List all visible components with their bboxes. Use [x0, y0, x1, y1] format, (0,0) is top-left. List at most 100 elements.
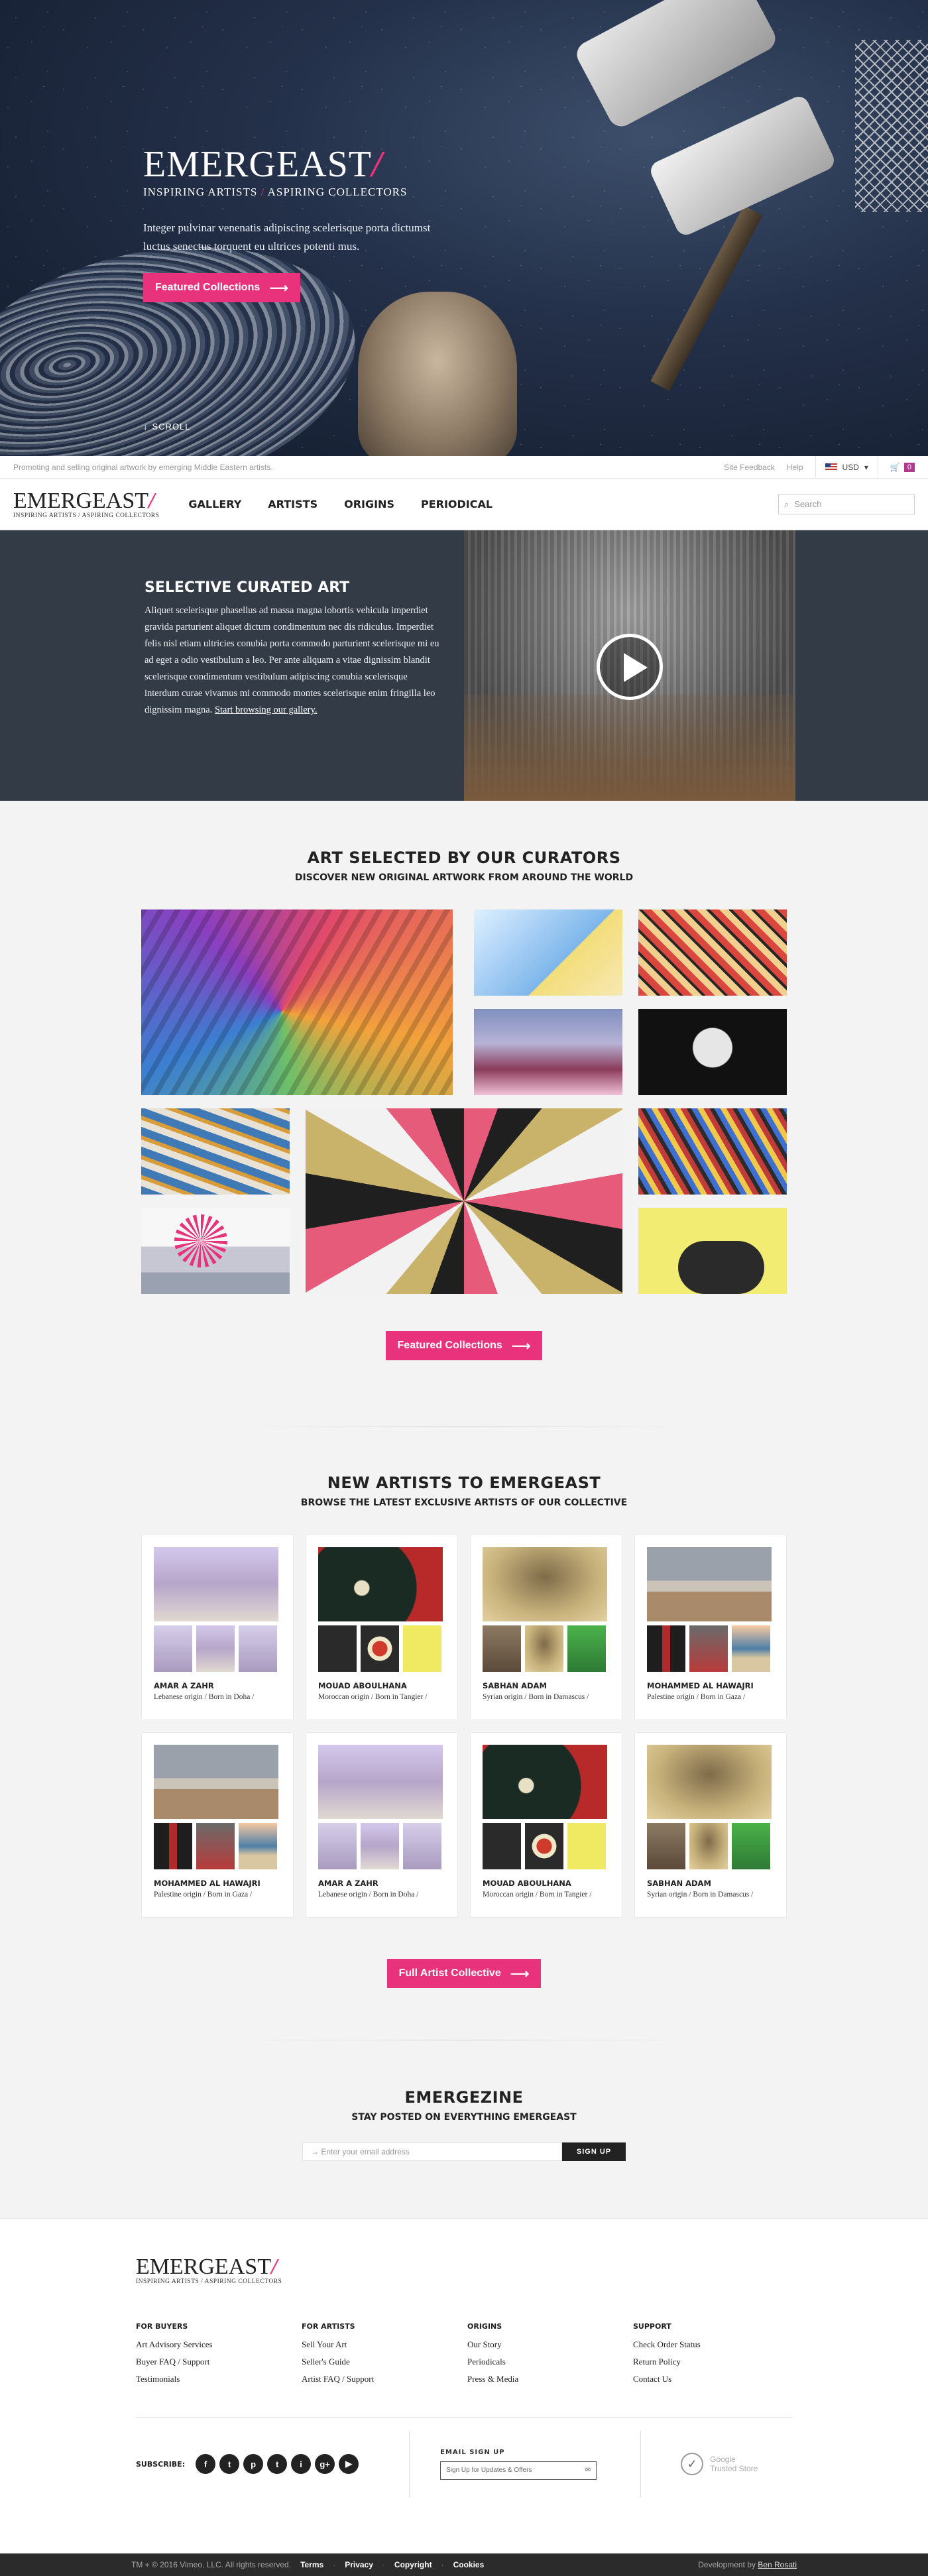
hero-featured-collections-button[interactable]: Featured Collections ⟶: [143, 273, 300, 302]
nav-artists[interactable]: ARTISTS: [268, 498, 318, 510]
artist-card[interactable]: MOUAD ABOULHANA Moroccan origin / Born i…: [470, 1732, 622, 1918]
artwork-grid: [141, 909, 787, 1294]
new-artists-section: NEW ARTISTS TO EMERGEAST BROWSE THE LATE…: [0, 1427, 928, 2040]
curated-title: SELECTIVE CURATED ART: [145, 579, 350, 596]
artist-main-image: [483, 1745, 607, 1819]
artist-name: MOUAD ABOULHANA: [483, 1879, 571, 1888]
footer-link[interactable]: Return Policy: [633, 2353, 799, 2371]
chevron-down-icon: ▾: [864, 462, 868, 472]
footer-link[interactable]: Artist FAQ / Support: [302, 2371, 467, 2388]
twitter-icon[interactable]: t: [219, 2454, 240, 2474]
scroll-indicator[interactable]: ↓ SCROLL: [143, 422, 191, 432]
artwork-tile[interactable]: [638, 1108, 787, 1195]
artist-name: MOUAD ABOULHANA: [318, 1681, 407, 1690]
cart-icon: 🛒: [890, 462, 900, 472]
artwork-tile[interactable]: [638, 1208, 787, 1294]
full-artist-collective-button[interactable]: Full Artist Collective ⟶: [386, 1959, 542, 1988]
currency-selector[interactable]: USD ▾: [815, 455, 878, 479]
artist-card[interactable]: AMAR A ZAHR Lebanese origin / Born in Do…: [141, 1535, 294, 1720]
artwork-tile[interactable]: [474, 1009, 622, 1095]
privacy-link[interactable]: Privacy: [345, 2560, 373, 2569]
footer-col-support: SUPPORT Check Order Status Return Policy…: [633, 2322, 799, 2388]
artist-origin: Syrian origin / Born in Damascus /: [483, 1693, 589, 1701]
footer-link[interactable]: Seller's Guide: [302, 2353, 467, 2371]
hero-content: EMERGEAST/ INSPIRING ARTISTS / ASPIRING …: [143, 146, 455, 302]
youtube-icon[interactable]: ▶: [339, 2454, 359, 2474]
artist-main-image: [318, 1547, 443, 1621]
artist-main-image: [647, 1745, 772, 1819]
curated-art-section: SELECTIVE CURATED ART Aliquet scelerisqu…: [0, 530, 928, 801]
footer-link[interactable]: Contact Us: [633, 2371, 799, 2388]
search-input[interactable]: ⌕ Search: [778, 494, 915, 514]
artist-card[interactable]: MOUAD ABOULHANA Moroccan origin / Born i…: [306, 1535, 458, 1720]
footer-col-origins: ORIGINS Our Story Periodicals Press & Me…: [467, 2322, 633, 2388]
artwork-tile[interactable]: [474, 909, 622, 996]
artist-card[interactable]: SABHAN ADAM Syrian origin / Born in Dama…: [470, 1535, 622, 1720]
artwork-tile[interactable]: [306, 1108, 622, 1294]
site-footer: EMERGEAST/ INSPIRING ARTISTS / ASPIRING …: [0, 2218, 928, 2576]
artist-origin: Palestine origin / Born in Gaza /: [647, 1693, 746, 1701]
site-feedback-link[interactable]: Site Feedback: [724, 463, 775, 472]
google-plus-icon[interactable]: g+: [315, 2454, 335, 2474]
cart-count-badge: 0: [903, 462, 915, 472]
copyright-bar: TM + © 2016 Vimeo, LLC. All rights reser…: [0, 2553, 928, 2576]
nav-origins[interactable]: ORIGINS: [344, 498, 394, 510]
play-icon[interactable]: [597, 634, 663, 700]
browse-gallery-link[interactable]: Start browsing our gallery.: [215, 705, 318, 715]
footer-col-buyers: FOR BUYERS Art Advisory Services Buyer F…: [136, 2322, 302, 2388]
new-artists-title: NEW ARTISTS TO EMERGEAST: [327, 1474, 601, 1492]
artwork-tile[interactable]: [141, 909, 453, 1095]
artist-origin: Palestine origin / Born in Gaza /: [154, 1891, 253, 1899]
curators-subtitle: DISCOVER NEW ORIGINAL ARTWORK FROM AROUN…: [294, 872, 634, 883]
social-links: f t p t i g+ ▶: [196, 2454, 359, 2474]
artwork-tile[interactable]: [638, 1009, 787, 1095]
artwork-tile[interactable]: [141, 1108, 290, 1195]
newsletter-email-input[interactable]: → Enter your email address: [302, 2142, 562, 2161]
nav-periodical[interactable]: PERIODICAL: [421, 498, 493, 510]
footer-email-input[interactable]: Sign Up for Updates & Offers ✉: [440, 2461, 597, 2480]
artist-main-image: [483, 1547, 607, 1621]
help-link[interactable]: Help: [787, 463, 803, 472]
footer-link[interactable]: Our Story: [467, 2336, 633, 2353]
footer-link[interactable]: Art Advisory Services: [136, 2336, 302, 2353]
envelope-icon[interactable]: ✉: [585, 2467, 591, 2474]
footer-logo[interactable]: EMERGEAST/ INSPIRING ARTISTS / ASPIRING …: [136, 2256, 792, 2286]
footer-link[interactable]: Periodicals: [467, 2353, 633, 2371]
footer-link[interactable]: Check Order Status: [633, 2336, 799, 2353]
search-icon: ⌕: [784, 498, 789, 509]
curators-section: ART SELECTED BY OUR CURATORS DISCOVER NE…: [0, 801, 928, 1427]
nav-gallery[interactable]: GALLERY: [188, 498, 241, 510]
emergezine-subtitle: STAY POSTED ON EVERYTHING EMERGEAST: [351, 2112, 577, 2123]
cart-button[interactable]: 🛒 0: [890, 462, 915, 472]
footer-link[interactable]: Press & Media: [467, 2371, 633, 2388]
artist-card[interactable]: MOHAMMED AL HAWAJRI Palestine origin / B…: [141, 1732, 294, 1918]
artist-card[interactable]: SABHAN ADAM Syrian origin / Born in Dama…: [634, 1732, 787, 1918]
curated-video[interactable]: [464, 530, 795, 801]
artist-card[interactable]: MOHAMMED AL HAWAJRI Palestine origin / B…: [634, 1535, 787, 1720]
hero-tower: [855, 40, 928, 212]
site-logo[interactable]: EMERGEAST/ INSPIRING ARTISTS / ASPIRING …: [13, 489, 159, 519]
artwork-tile[interactable]: [638, 909, 787, 996]
checkmark-icon: ✓: [681, 2453, 704, 2475]
newsletter-signup-button[interactable]: SIGN UP: [562, 2142, 626, 2161]
facebook-icon[interactable]: f: [196, 2454, 216, 2474]
pinterest-icon[interactable]: p: [243, 2454, 264, 2474]
terms-link[interactable]: Terms: [300, 2560, 323, 2569]
cookies-link[interactable]: Cookies: [453, 2560, 485, 2569]
footer-link[interactable]: Buyer FAQ / Support: [136, 2353, 302, 2371]
artwork-tile[interactable]: [141, 1208, 290, 1294]
developer-link[interactable]: Ben Rosati: [758, 2560, 797, 2569]
featured-collections-button[interactable]: Featured Collections ⟶: [385, 1331, 543, 1360]
artist-card[interactable]: AMAR A ZAHR Lebanese origin / Born in Do…: [306, 1732, 458, 1918]
google-trusted-store-badge[interactable]: ✓ Google Trusted Store: [681, 2453, 758, 2475]
new-artists-subtitle: BROWSE THE LATEST EXCLUSIVE ARTISTS OF O…: [300, 1497, 628, 1508]
hero-logo: EMERGEAST/: [143, 144, 383, 185]
arrow-right-icon: ⟶: [511, 1338, 531, 1354]
top-utility-bar: Promoting and selling original artwork b…: [0, 455, 928, 479]
tumblr-icon[interactable]: t: [267, 2454, 288, 2474]
footer-link[interactable]: Sell Your Art: [302, 2336, 467, 2353]
instagram-icon[interactable]: i: [291, 2454, 312, 2474]
artist-name: MOHAMMED AL HAWAJRI: [647, 1681, 754, 1690]
footer-link[interactable]: Testimonials: [136, 2371, 302, 2388]
copyright-link[interactable]: Copyright: [394, 2560, 432, 2569]
